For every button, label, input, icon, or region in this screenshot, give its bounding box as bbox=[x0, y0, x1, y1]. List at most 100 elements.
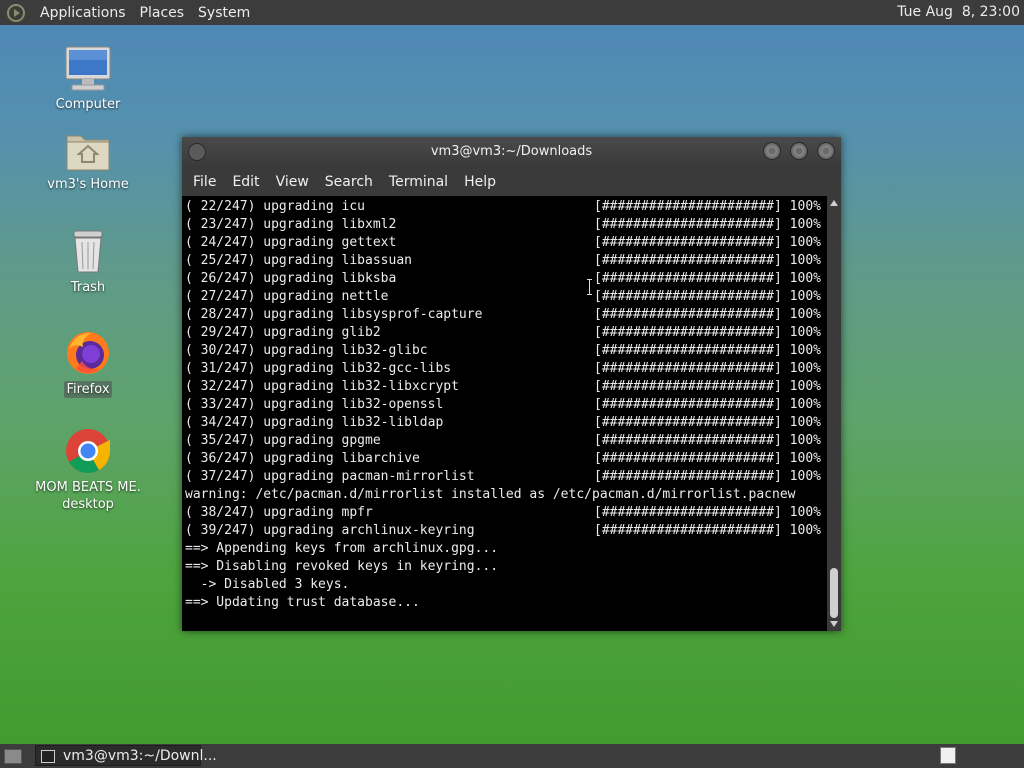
progress-percent: 100% bbox=[789, 235, 821, 250]
desktop-icon-trash[interactable]: Trash bbox=[28, 229, 148, 296]
terminal-line-text: ( 26/247) upgrading libksba bbox=[185, 271, 397, 286]
scrollbar-thumb[interactable] bbox=[830, 568, 838, 618]
terminal-line: ( 29/247) upgrading glib2 [##############… bbox=[185, 324, 821, 342]
terminal-line-progress: [######################] 100% bbox=[594, 324, 821, 342]
terminal-line-text: ( 31/247) upgrading lib32-gcc-libs bbox=[185, 361, 452, 376]
terminal-line-text: ==> Appending keys from archlinux.gpg... bbox=[185, 541, 499, 556]
menu-search[interactable]: Search bbox=[317, 174, 381, 190]
terminal-line: -> Disabled 3 keys. bbox=[185, 576, 350, 594]
terminal-line-text: ( 36/247) upgrading libarchive bbox=[185, 451, 420, 466]
progress-percent: 100% bbox=[789, 307, 821, 322]
terminal-line-progress: [######################] 100% bbox=[594, 198, 821, 216]
terminal-line: ( 36/247) upgrading libarchive [#########… bbox=[185, 450, 821, 468]
bottom-panel: vm3@vm3:~/Downl... bbox=[0, 744, 1024, 768]
terminal-line: ==> Updating trust database... bbox=[185, 594, 420, 612]
progress-bar: [######################] bbox=[594, 271, 782, 286]
progress-bar: [######################] bbox=[594, 325, 782, 340]
terminal-line-text: ( 30/247) upgrading lib32-glibc bbox=[185, 343, 428, 358]
terminal-line-text: ( 28/247) upgrading libsysprof-capture bbox=[185, 307, 483, 322]
terminal-scrollbar[interactable] bbox=[827, 196, 841, 631]
workspace-switcher[interactable] bbox=[940, 747, 956, 764]
terminal-line: ( 35/247) upgrading gpgme [##############… bbox=[185, 432, 821, 450]
desktop-icon-firefox[interactable]: Firefox bbox=[28, 329, 148, 398]
terminal-line-progress: [######################] 100% bbox=[594, 306, 821, 324]
progress-bar: [######################] bbox=[594, 505, 782, 520]
progress-percent: 100% bbox=[789, 343, 821, 358]
terminal-line-text: -> Disabled 3 keys. bbox=[185, 577, 350, 592]
menu-file[interactable]: File bbox=[185, 174, 224, 190]
desktop-icon-label: MOM BEATS ME. desktop bbox=[35, 480, 141, 512]
maximize-icon[interactable] bbox=[790, 142, 808, 160]
progress-percent: 100% bbox=[789, 271, 821, 286]
terminal-line-progress: [######################] 100% bbox=[594, 522, 821, 540]
terminal-line-progress: [######################] 100% bbox=[594, 288, 821, 306]
close-icon[interactable] bbox=[817, 142, 835, 160]
terminal-line-progress: [######################] 100% bbox=[594, 414, 821, 432]
window-menu-icon[interactable] bbox=[188, 143, 206, 161]
terminal-line-text: ( 27/247) upgrading nettle bbox=[185, 289, 389, 304]
taskbar-button-terminal[interactable]: vm3@vm3:~/Downl... bbox=[35, 745, 217, 766]
progress-bar: [######################] bbox=[594, 217, 782, 232]
applications-menu[interactable]: Applications bbox=[33, 5, 133, 21]
terminal-line: ( 25/247) upgrading libassuan [##########… bbox=[185, 252, 821, 270]
progress-percent: 100% bbox=[789, 505, 821, 520]
clock[interactable]: Tue Aug 8, 23:00 bbox=[897, 4, 1020, 20]
text-cursor-icon bbox=[587, 279, 593, 295]
minimize-icon[interactable] bbox=[763, 142, 781, 160]
terminal-line: ( 37/247) upgrading pacman-mirrorlist [##… bbox=[185, 468, 821, 486]
progress-bar: [######################] bbox=[594, 451, 782, 466]
desktop-icon-home[interactable]: vm3's Home bbox=[28, 130, 148, 193]
terminal-line: ( 23/247) upgrading libxml2 [############… bbox=[185, 216, 821, 234]
terminal-line-progress: [######################] 100% bbox=[594, 252, 821, 270]
desktop-icon-label: Computer bbox=[55, 97, 121, 112]
menu-edit[interactable]: Edit bbox=[224, 174, 267, 190]
desktop-icon-computer[interactable]: Computer bbox=[28, 46, 148, 113]
terminal-line: ( 26/247) upgrading libksba [############… bbox=[185, 270, 821, 288]
home-folder-icon bbox=[65, 130, 111, 172]
terminal-line-text: ==> Updating trust database... bbox=[185, 595, 420, 610]
terminal-line-text: ( 22/247) upgrading icu bbox=[185, 199, 366, 214]
terminal-menubar: File Edit View Search Terminal Help bbox=[182, 167, 841, 196]
desktop-icon-chrome-launcher[interactable]: MOM BEATS ME. desktop bbox=[28, 427, 148, 513]
terminal-line-progress: [######################] 100% bbox=[594, 342, 821, 360]
progress-percent: 100% bbox=[789, 325, 821, 340]
progress-percent: 100% bbox=[789, 523, 821, 538]
terminal-line-progress: [######################] 100% bbox=[594, 396, 821, 414]
progress-bar: [######################] bbox=[594, 235, 782, 250]
scroll-down-icon[interactable] bbox=[830, 621, 838, 627]
places-menu[interactable]: Places bbox=[133, 5, 192, 21]
progress-percent: 100% bbox=[789, 217, 821, 232]
terminal-line-progress: [######################] 100% bbox=[594, 270, 821, 288]
terminal-line-text: ( 39/247) upgrading archlinux-keyring bbox=[185, 523, 475, 538]
progress-bar: [######################] bbox=[594, 289, 782, 304]
terminal-output[interactable]: ( 22/247) upgrading icu [################… bbox=[182, 196, 827, 631]
menu-view[interactable]: View bbox=[268, 174, 317, 190]
desktop-icon-label: vm3's Home bbox=[47, 177, 129, 192]
system-menu[interactable]: System bbox=[191, 5, 257, 21]
terminal-line: ( 39/247) upgrading archlinux-keyring [##… bbox=[185, 522, 821, 540]
distro-logo-icon[interactable] bbox=[7, 3, 25, 22]
terminal-line-text: warning: /etc/pacman.d/mirrorlist instal… bbox=[185, 487, 796, 502]
progress-bar: [######################] bbox=[594, 469, 782, 484]
terminal-line: ( 27/247) upgrading nettle [#############… bbox=[185, 288, 821, 306]
progress-percent: 100% bbox=[789, 199, 821, 214]
terminal-line: ( 34/247) upgrading lib32-libldap [######… bbox=[185, 414, 821, 432]
terminal-icon bbox=[41, 750, 55, 763]
terminal-window[interactable]: vm3@vm3:~/Downloads File Edit View Searc… bbox=[182, 137, 841, 631]
window-titlebar[interactable]: vm3@vm3:~/Downloads bbox=[182, 137, 841, 167]
computer-icon bbox=[64, 46, 112, 92]
terminal-line-text: ( 32/247) upgrading lib32-libxcrypt bbox=[185, 379, 459, 394]
scroll-up-icon[interactable] bbox=[830, 200, 838, 206]
terminal-line-text: ( 35/247) upgrading gpgme bbox=[185, 433, 381, 448]
terminal-line-text: ( 25/247) upgrading libassuan bbox=[185, 253, 412, 268]
terminal-line: ( 38/247) upgrading mpfr [###############… bbox=[185, 504, 821, 522]
menu-terminal[interactable]: Terminal bbox=[381, 174, 456, 190]
terminal-line-progress: [######################] 100% bbox=[594, 234, 821, 252]
menu-help[interactable]: Help bbox=[456, 174, 504, 190]
window-title: vm3@vm3:~/Downloads bbox=[430, 144, 593, 159]
trash-icon bbox=[68, 229, 108, 275]
terminal-line: ( 22/247) upgrading icu [################… bbox=[185, 198, 821, 216]
show-desktop-icon[interactable] bbox=[4, 749, 22, 764]
firefox-icon bbox=[64, 329, 112, 377]
terminal-line: ( 31/247) upgrading lib32-gcc-libs [#####… bbox=[185, 360, 821, 378]
